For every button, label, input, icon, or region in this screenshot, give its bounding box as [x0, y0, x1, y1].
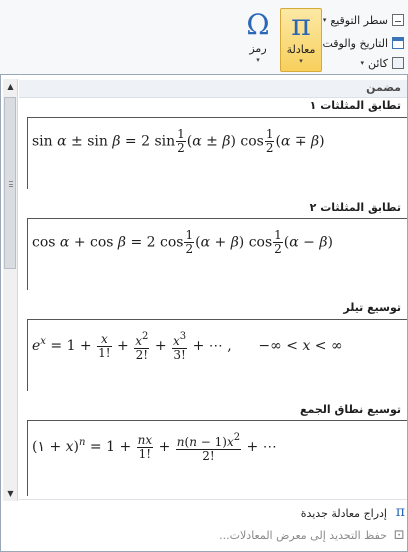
- omega-icon: Ω: [246, 8, 270, 41]
- equation-preview: sin α ± sin β = 2 sin 1 2 (α ± β) cos 1 2 (α ∓…: [32, 127, 325, 155]
- signature-line-button[interactable]: سطر التوقيع ▾: [323, 10, 404, 30]
- equation-label: معادلة: [286, 43, 316, 56]
- gallery-item-title: تطابق المثلثات ٢: [309, 201, 401, 214]
- equation-gallery: ▲ ▼ مضمن تطابق المثلثات ١ sin α ± sin β …: [0, 74, 408, 552]
- gallery-scrollbar[interactable]: ▲ ▼: [3, 79, 18, 501]
- gallery-item-trig-identity-1[interactable]: sin α ± sin β = 2 sin 1 2 (α ± β) cos 1 2 (α ∓…: [27, 117, 407, 189]
- chevron-down-icon: ▾: [360, 59, 364, 67]
- equation-preview: ex = 1 + x 1! + x2 2! + x3 3! + ⋯ , −∞ < x …: [32, 331, 343, 362]
- object-label: كائن: [367, 56, 388, 70]
- gallery-item-title: تطابق المثلثات ١: [309, 99, 401, 112]
- date-time-button[interactable]: التاريخ والوقت: [322, 33, 404, 53]
- chevron-down-icon: ▾: [299, 57, 303, 65]
- scroll-up-arrow-icon[interactable]: ▲: [3, 79, 18, 94]
- chevron-down-icon: ▾: [256, 56, 260, 64]
- pi-icon: π: [291, 8, 311, 43]
- gallery-item-trig-identity-2[interactable]: cos α + cos β = 2 cos 1 2 (α + β) cos 1 2 (α −…: [27, 218, 407, 290]
- scroll-thumb[interactable]: [4, 97, 16, 269]
- equation-preview: (١ + x)n = 1 + nx 1! + n(n − 1)x2 2! + ⋯: [32, 432, 277, 463]
- pi-icon: π: [395, 504, 405, 520]
- insert-new-equation-item[interactable]: إدراج معادلة جديدة: [301, 507, 387, 520]
- grip-icon: [9, 181, 13, 187]
- symbol-button[interactable]: Ω رمز ▾: [236, 8, 280, 70]
- gallery-section-header: مضمن: [19, 80, 407, 98]
- equation-button[interactable]: π معادلة ▾: [280, 8, 322, 72]
- gallery-item-title: توسيع تيلر: [343, 301, 401, 314]
- section-header-label: مضمن: [366, 81, 401, 94]
- symbol-label: رمز: [249, 42, 267, 55]
- object-icon: [392, 57, 404, 69]
- gallery-item-binomial-expansion[interactable]: (١ + x)n = 1 + nx 1! + n(n − 1)x2 2! + ⋯: [27, 420, 407, 496]
- object-button[interactable]: كائن ▾: [360, 53, 404, 73]
- gallery-item-taylor-expansion[interactable]: ex = 1 + x 1! + x2 2! + x3 3! + ⋯ , −∞ < x …: [27, 319, 407, 391]
- save-selection-to-gallery-item: حفظ التحديد إلى معرض المعادلات...: [219, 529, 387, 542]
- text-group: سطر التوقيع ▾ التاريخ والوقت كائن ▾: [322, 0, 408, 74]
- chevron-down-icon: ▾: [322, 16, 327, 24]
- save-to-gallery-icon: ⊡: [393, 527, 405, 543]
- signature-line-label: سطر التوقيع: [330, 13, 388, 27]
- date-time-label: التاريخ والوقت: [322, 36, 388, 50]
- scroll-down-arrow-icon[interactable]: ▼: [3, 486, 18, 501]
- gallery-footer: π إدراج معادلة جديدة ⊡ حفظ التحديد إلى م…: [19, 499, 407, 551]
- equation-preview: cos α + cos β = 2 cos 1 2 (α + β) cos 1 2 (α −…: [32, 228, 333, 256]
- insert-ribbon: سطر التوقيع ▾ التاريخ والوقت كائن ▾ Ω رم…: [0, 0, 408, 74]
- signature-line-icon: [392, 14, 404, 26]
- calendar-icon: [392, 37, 404, 49]
- gallery-item-title: توسيع نطاق الجمع: [299, 403, 401, 416]
